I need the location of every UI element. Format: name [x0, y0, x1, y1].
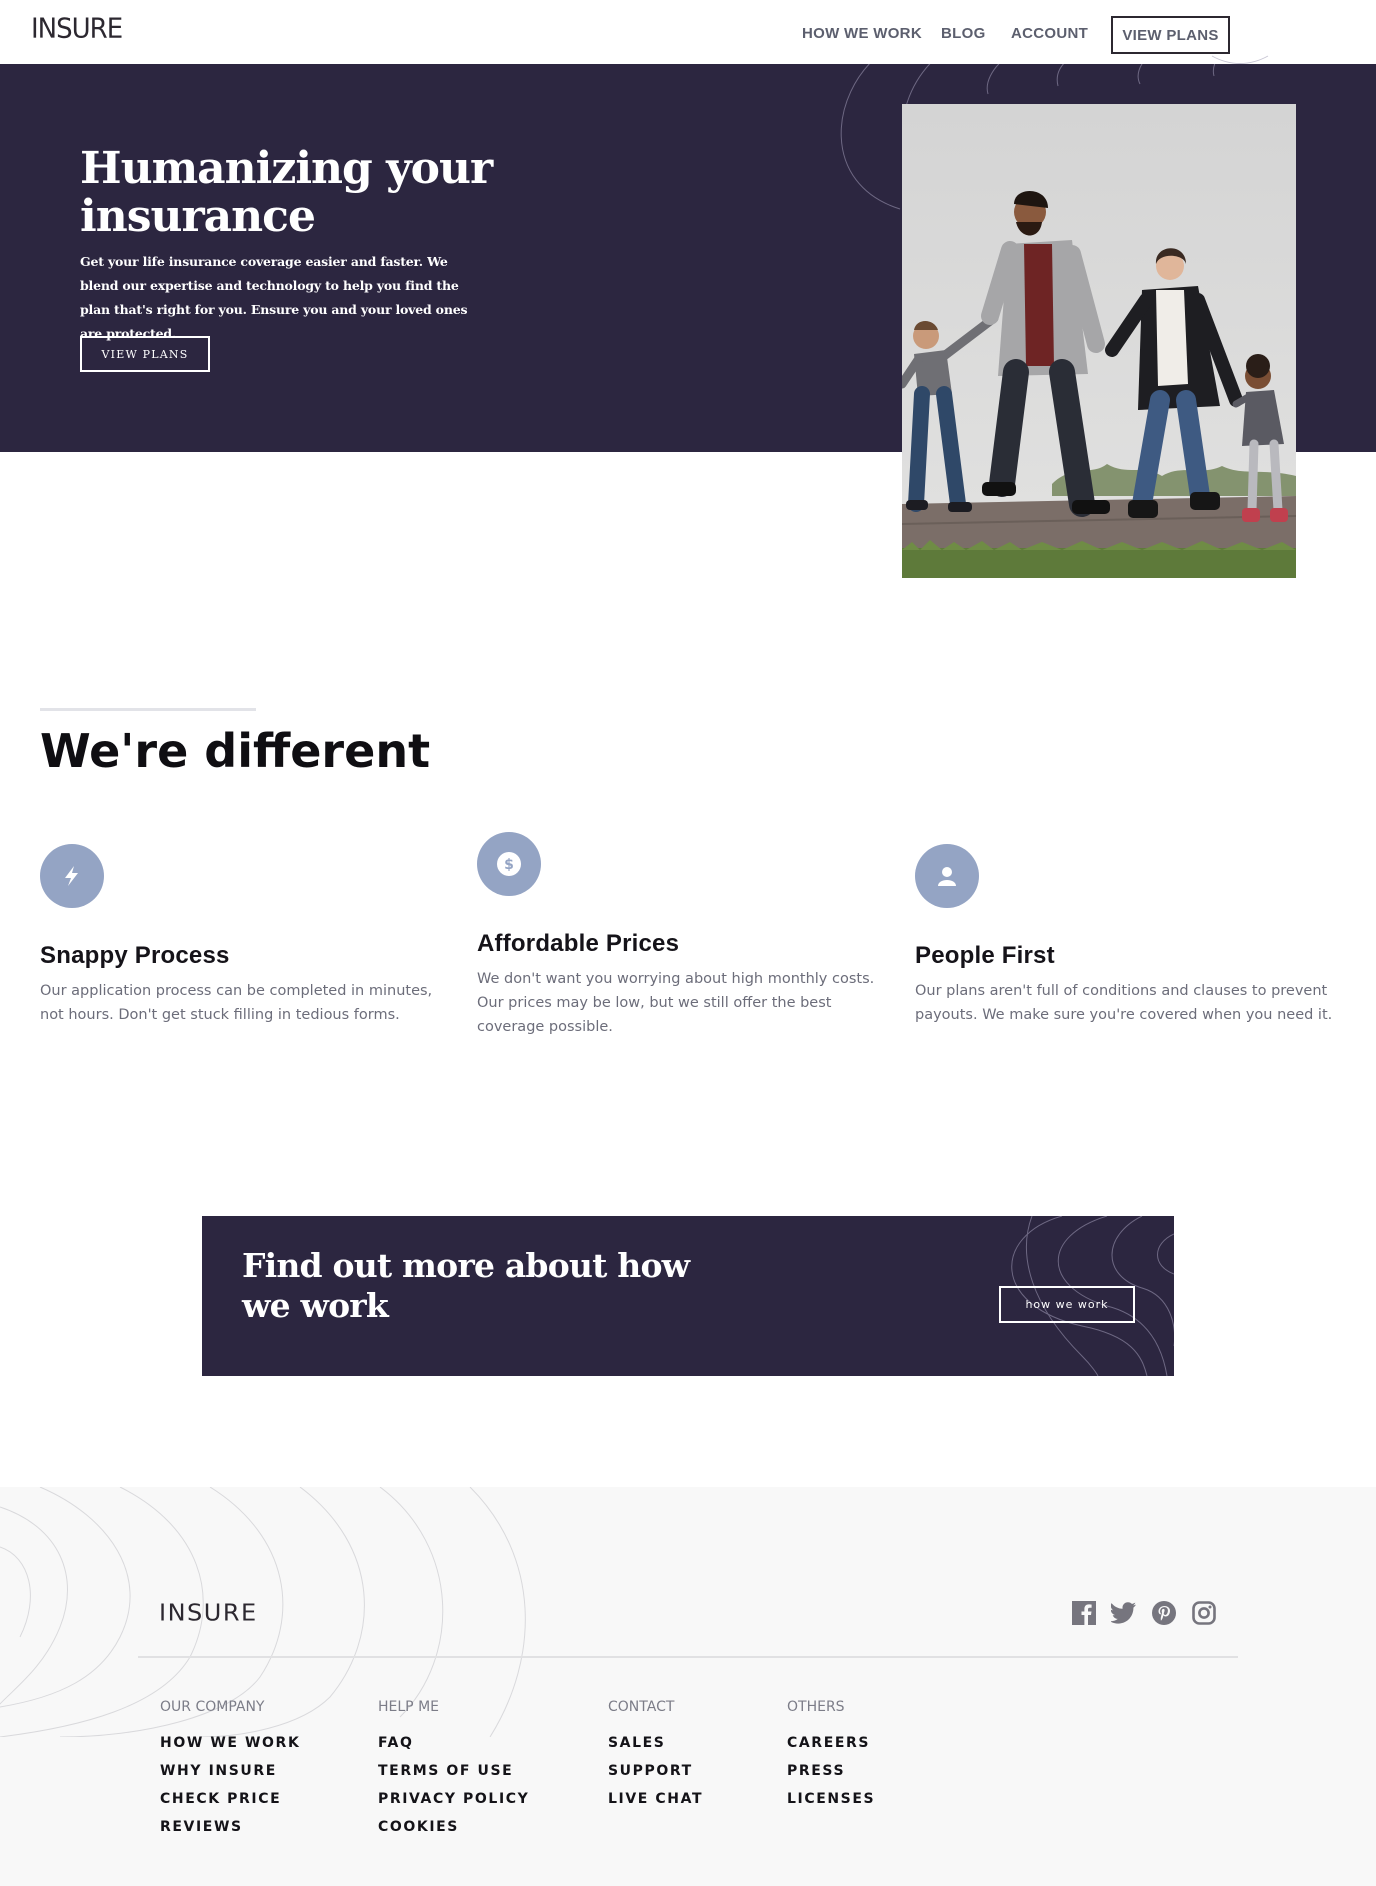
- footer-link[interactable]: PRESS: [787, 1763, 845, 1779]
- footer-link[interactable]: REVIEWS: [160, 1819, 243, 1835]
- feature-text-snappy: Our application process can be completed…: [40, 983, 433, 1023]
- footer-logo[interactable]: INSURE: [159, 1600, 258, 1627]
- hero-title: Humanizing your insurance: [80, 143, 493, 242]
- view-plans-header-button[interactable]: VIEW PLANS: [1111, 16, 1230, 54]
- footer-heading-company: OUR COMPANY: [160, 1699, 265, 1715]
- feature-title-snappy: Snappy Process: [40, 942, 230, 969]
- footer-link[interactable]: TERMS OF USE: [378, 1763, 513, 1779]
- footer-link[interactable]: FAQ: [378, 1735, 414, 1751]
- cta-title: Find out more about how we work: [242, 1246, 690, 1325]
- person-icon: [915, 844, 979, 908]
- footer-link[interactable]: CHECK PRICE: [160, 1791, 281, 1807]
- site-header: INSURE HOW WE WORK BLOG ACCOUNT VIEW PLA…: [0, 0, 1376, 64]
- nav-account[interactable]: ACCOUNT: [1011, 25, 1088, 42]
- pinterest-icon[interactable]: [1150, 1599, 1178, 1627]
- family-photo: [902, 104, 1296, 578]
- decorative-lines: [0, 1487, 526, 1737]
- view-plans-hero-button[interactable]: VIEW PLANS: [80, 336, 210, 372]
- decorative-line-overflow: [1211, 55, 1269, 64]
- section-divider: [40, 708, 256, 711]
- dollar-icon: $: [477, 832, 541, 896]
- hero-description: Get your life insurance coverage easier …: [80, 254, 468, 341]
- lightning-icon: [40, 844, 104, 908]
- svg-text:$: $: [504, 857, 514, 873]
- footer-link[interactable]: LIVE CHAT: [608, 1791, 703, 1807]
- footer-link[interactable]: HOW WE WORK: [160, 1735, 300, 1751]
- feature-title-people: People First: [915, 942, 1055, 969]
- footer-heading-help: HELP ME: [378, 1699, 439, 1715]
- footer-link[interactable]: COOKIES: [378, 1819, 459, 1835]
- feature-title-affordable: Affordable Prices: [477, 930, 680, 957]
- facebook-icon[interactable]: [1070, 1599, 1098, 1627]
- instagram-icon[interactable]: [1190, 1599, 1218, 1627]
- footer-link[interactable]: SALES: [608, 1735, 666, 1751]
- footer-link[interactable]: SUPPORT: [608, 1763, 693, 1779]
- footer-link[interactable]: CAREERS: [787, 1735, 870, 1751]
- nav-how-we-work[interactable]: HOW WE WORK: [802, 25, 922, 42]
- footer-link[interactable]: PRIVACY POLICY: [378, 1791, 529, 1807]
- footer-heading-others: OTHERS: [787, 1699, 845, 1715]
- different-title: We're different: [40, 724, 431, 778]
- feature-text-affordable: We don't want you worrying about high mo…: [477, 971, 875, 1035]
- logo[interactable]: INSURE: [31, 13, 123, 45]
- feature-text-people: Our plans aren't full of conditions and …: [915, 983, 1333, 1023]
- footer-link[interactable]: WHY INSURE: [160, 1763, 277, 1779]
- footer-link[interactable]: LICENSES: [787, 1791, 875, 1807]
- how-we-work-button[interactable]: how we work: [999, 1286, 1135, 1323]
- footer-divider: [138, 1656, 1238, 1658]
- how-we-work-banner: Find out more about how we work how we w…: [202, 1216, 1174, 1376]
- site-footer: INSURE OUR COMPANY HOW WE WORK WHY INSUR…: [0, 1487, 1376, 1886]
- nav-blog[interactable]: BLOG: [941, 25, 986, 42]
- footer-heading-contact: CONTACT: [608, 1699, 675, 1715]
- twitter-icon[interactable]: [1110, 1599, 1138, 1627]
